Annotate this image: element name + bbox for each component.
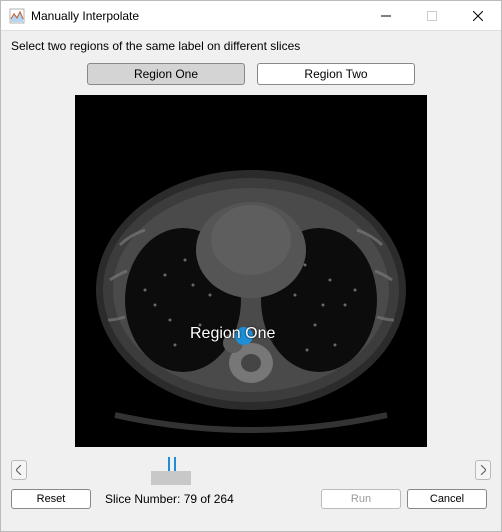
cancel-button[interactable]: Cancel [407,489,487,509]
window-title: Manually Interpolate [31,9,363,23]
slice-viewer[interactable]: Region One [75,95,427,447]
slice-number-text: Slice Number: 79 of 264 [105,492,234,506]
instruction-text: Select two regions of the same label on … [11,39,493,53]
region-one-marker[interactable] [235,327,253,345]
dialog-window: Manually Interpolate Select two regions … [0,0,502,532]
region-button-group: Region One Region Two [9,63,493,85]
maximize-button [409,1,455,31]
close-button[interactable] [455,1,501,31]
region-one-button[interactable]: Region One [87,63,245,85]
ct-scan-image [75,95,427,447]
bottom-bar: Reset Slice Number: 79 of 264 Run Cancel [9,487,493,511]
next-slice-button[interactable] [475,460,491,480]
slice-slider[interactable] [35,457,467,483]
slice-slider-row [9,455,493,485]
minimize-button[interactable] [363,1,409,31]
dialog-content: Select two regions of the same label on … [1,31,501,531]
reset-button[interactable]: Reset [11,489,91,509]
slider-tick [168,457,170,471]
window-controls [363,1,501,31]
slider-tick [174,457,176,471]
slider-thumb[interactable] [151,471,191,485]
region-two-button[interactable]: Region Two [257,63,415,85]
app-icon [9,8,25,24]
previous-slice-button[interactable] [11,460,27,480]
run-button: Run [321,489,401,509]
titlebar: Manually Interpolate [1,1,501,31]
